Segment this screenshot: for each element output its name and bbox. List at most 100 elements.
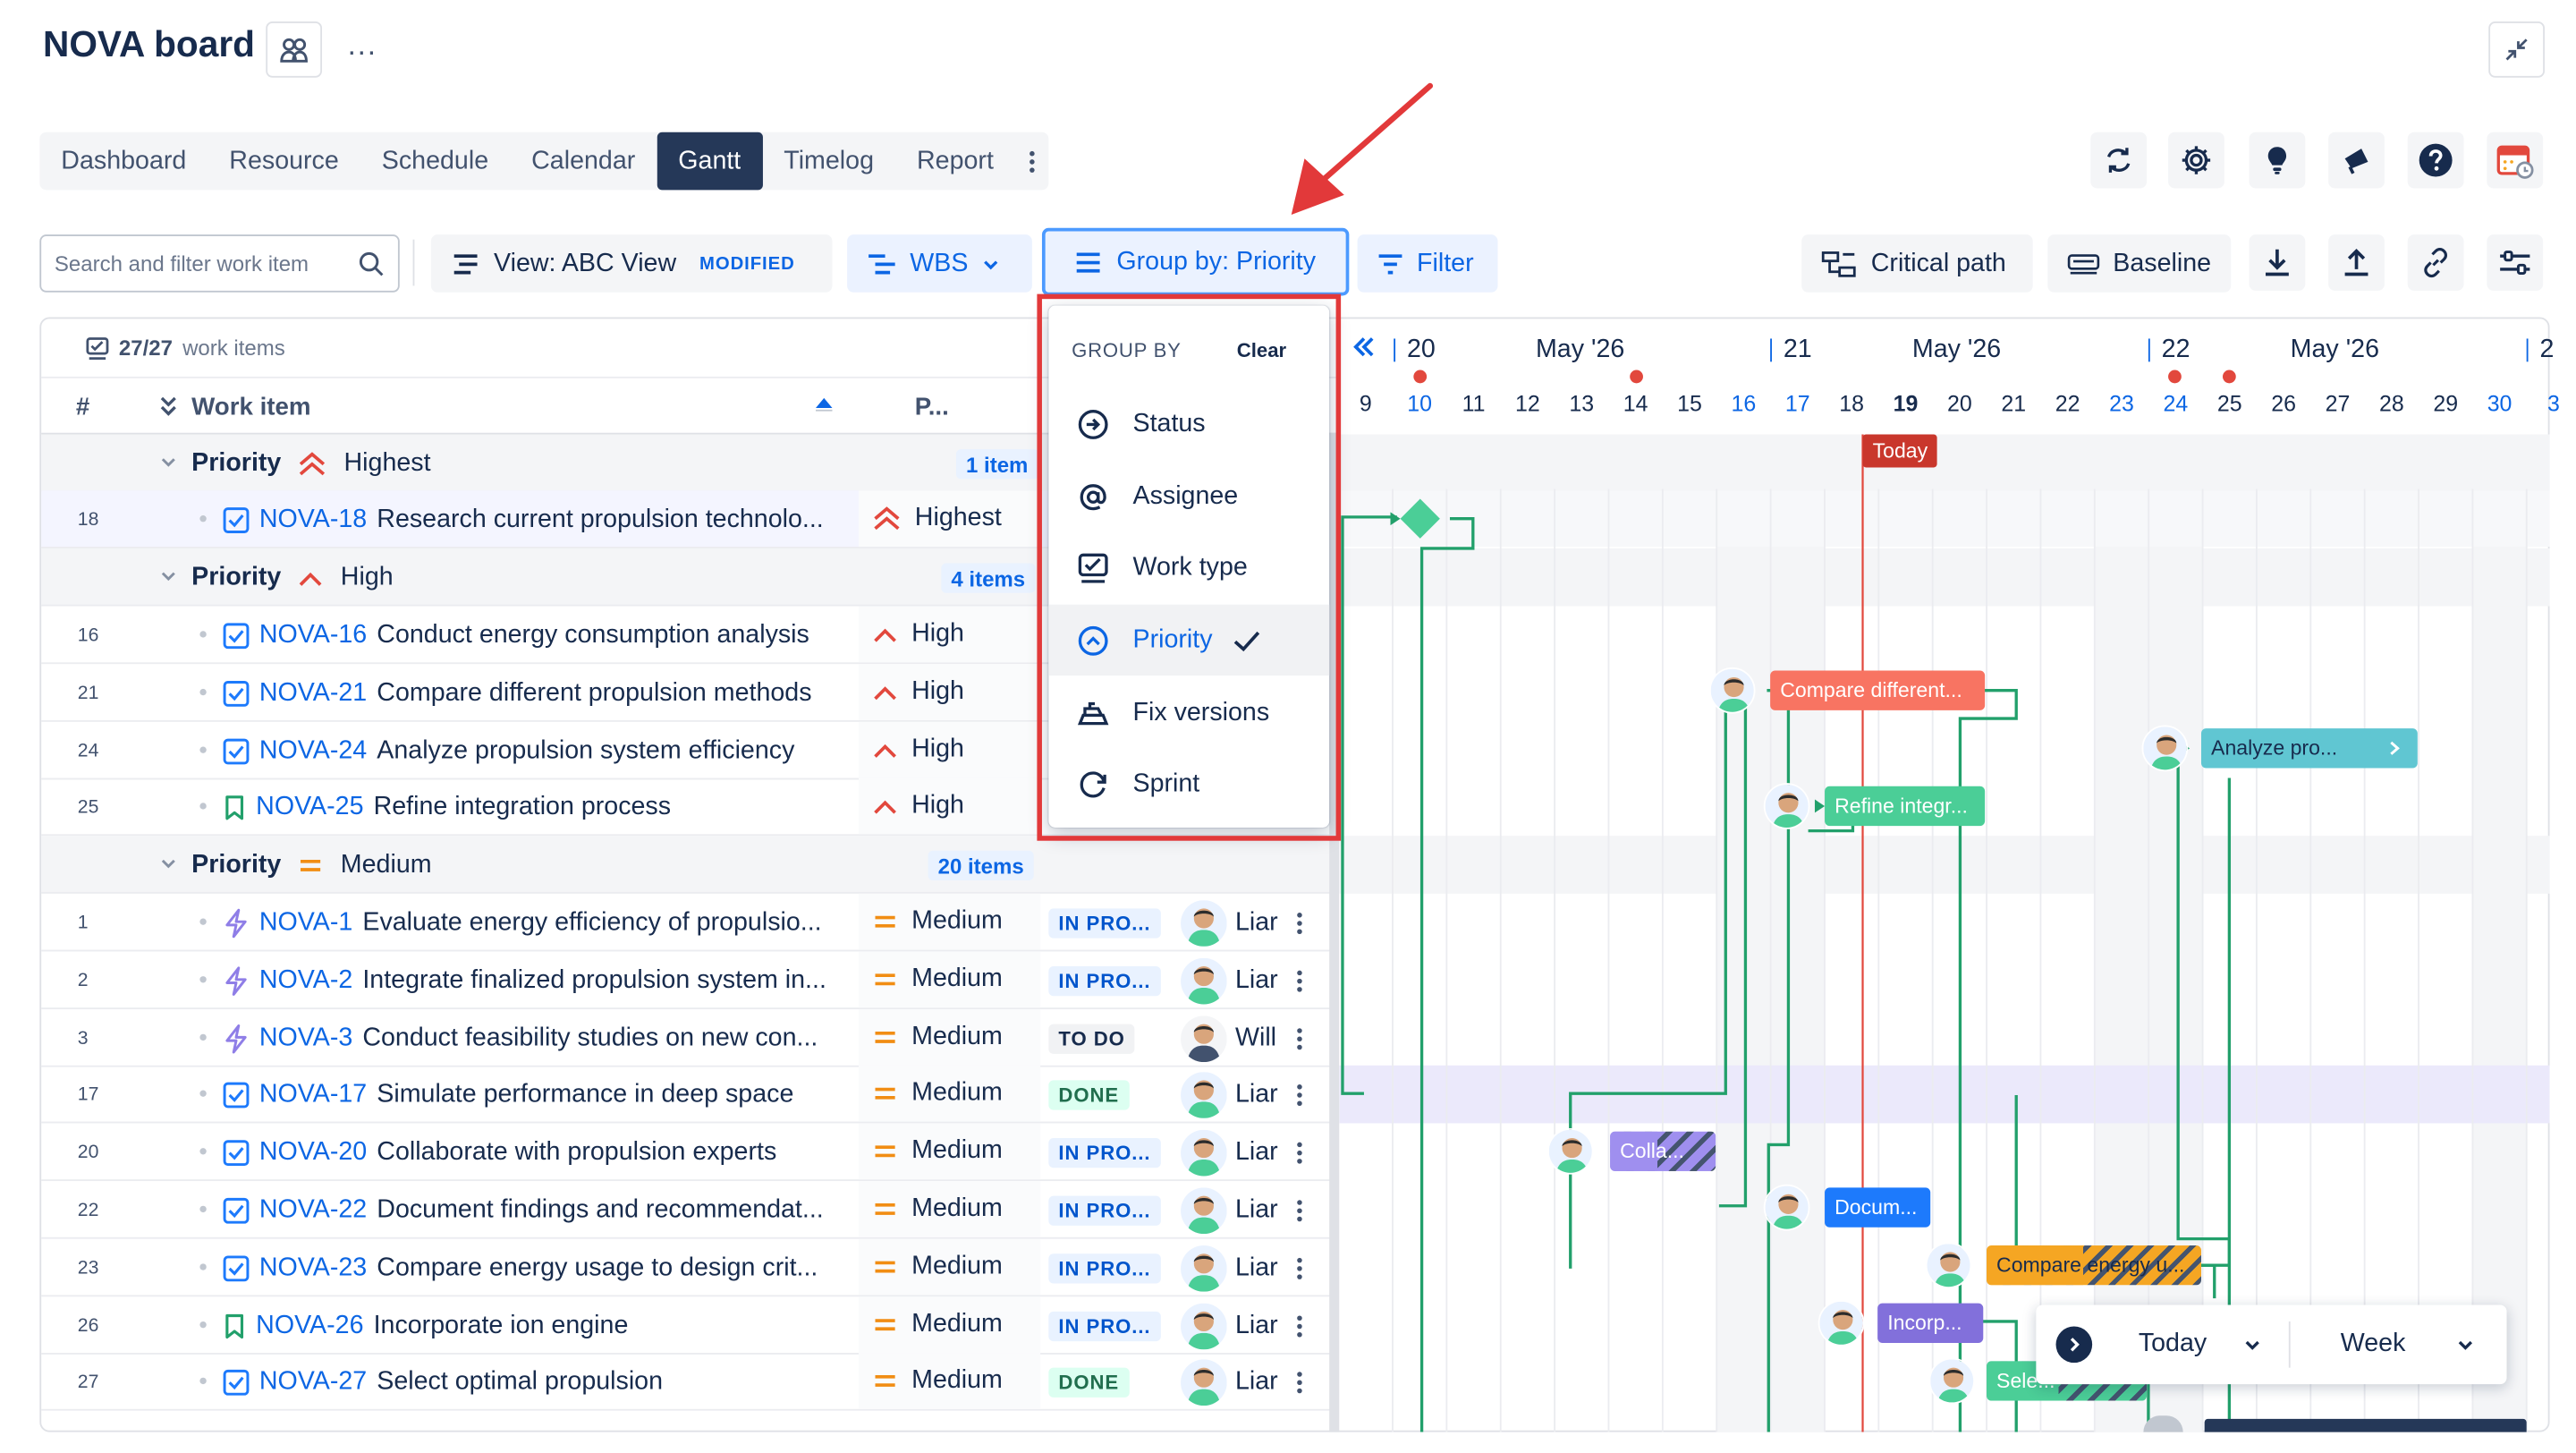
group-row[interactable]: Priority Medium 20 items [41, 836, 1338, 894]
work-item-key[interactable]: NOVA-18 [259, 505, 367, 534]
work-item-title[interactable]: Document findings and recommendat... [377, 1195, 823, 1225]
announcements-button[interactable] [2328, 132, 2385, 189]
gantt-bar[interactable]: Docum... [1825, 1187, 1931, 1228]
more-options-button[interactable]: ··· [340, 30, 383, 72]
priority-cell[interactable]: High [859, 721, 1041, 778]
work-item-cell[interactable]: NOVA-2 Integrate finalized propulsion sy… [223, 951, 826, 1009]
priority-cell[interactable]: High [859, 606, 1041, 663]
work-item-title[interactable]: Collaborate with propulsion experts [377, 1137, 776, 1167]
work-item-title[interactable]: Evaluate energy efficiency of propulsio.… [362, 907, 821, 937]
assignee-cell[interactable]: Liar [1181, 1303, 1283, 1350]
display-settings-button[interactable] [2487, 234, 2544, 291]
scale-dropdown[interactable]: Week [2341, 1330, 2475, 1359]
status-badge[interactable]: IN PRO... [1048, 1138, 1161, 1168]
row-actions-button[interactable] [1296, 1123, 1302, 1181]
critical-path-button[interactable]: Critical path [1801, 234, 2033, 293]
wbs-button[interactable]: WBS [847, 234, 1032, 293]
work-item-title[interactable]: Integrate finalized propulsion system in… [362, 965, 826, 995]
work-item-cell[interactable]: NOVA-17 Simulate performance in deep spa… [223, 1066, 793, 1124]
gantt-bar[interactable] [2204, 1418, 2527, 1432]
priority-cell[interactable]: Medium [859, 1238, 1041, 1296]
table-row[interactable]: 2 NOVA-2 Integrate finalized propulsion … [41, 951, 1338, 1010]
col-priority-header[interactable]: P... [915, 393, 949, 421]
gantt-bar[interactable]: Colla... [1610, 1131, 1716, 1171]
sync-button[interactable] [2090, 132, 2148, 189]
work-item-title[interactable]: Refine integration process [374, 792, 671, 821]
assignee-cell[interactable]: Liar [1181, 957, 1283, 1005]
status-badge[interactable]: DONE [1048, 1367, 1130, 1398]
work-item-cell[interactable]: NOVA-24 Analyze propulsion system effici… [223, 722, 794, 780]
work-item-cell[interactable]: NOVA-21 Compare different propulsion met… [223, 664, 812, 722]
assignee-cell[interactable]: Liar [1181, 1187, 1283, 1235]
scroll-left-button[interactable] [1351, 334, 1377, 361]
help-button[interactable] [2407, 132, 2464, 189]
status-badge[interactable]: IN PRO... [1048, 1253, 1161, 1284]
work-item-cell[interactable]: NOVA-18 Research current propulsion tech… [223, 490, 824, 548]
status-badge[interactable]: IN PRO... [1048, 1311, 1161, 1342]
work-item-title[interactable]: Research current propulsion technolo... [377, 505, 823, 534]
work-item-title[interactable]: Compare energy usage to design crit... [377, 1253, 818, 1282]
collapse-group-button[interactable] [160, 855, 176, 871]
tab-report[interactable]: Report [895, 132, 1015, 191]
work-item-cell[interactable]: NOVA-1 Evaluate energy efficiency of pro… [223, 894, 822, 952]
work-item-key[interactable]: NOVA-1 [259, 907, 352, 937]
assignee-cell[interactable]: Will [1181, 1015, 1283, 1063]
download-button[interactable] [2249, 234, 2306, 291]
priority-cell[interactable]: Medium [859, 1123, 1041, 1180]
priority-cell[interactable]: Highest [859, 490, 1041, 548]
work-item-key[interactable]: NOVA-23 [259, 1253, 367, 1282]
tab-schedule[interactable]: Schedule [360, 132, 510, 191]
row-actions-button[interactable] [1296, 1066, 1302, 1124]
priority-cell[interactable]: High [859, 664, 1041, 720]
settings-button[interactable] [2168, 132, 2224, 189]
work-item-key[interactable]: NOVA-26 [256, 1311, 363, 1340]
work-item-key[interactable]: NOVA-21 [259, 678, 367, 708]
gantt-bar[interactable]: Incorp... [1877, 1303, 1984, 1343]
gantt-bar[interactable]: Compare energy u... [1987, 1245, 2201, 1286]
sort-ascending-icon[interactable] [814, 395, 834, 412]
status-badge[interactable]: IN PRO... [1048, 1195, 1161, 1226]
table-row[interactable]: 1 NOVA-1 Evaluate energy efficiency of p… [41, 893, 1338, 952]
row-actions-button[interactable] [1296, 1009, 1302, 1067]
work-item-cell[interactable]: NOVA-25 Refine integration process [223, 778, 671, 837]
today-dropdown[interactable]: Today [2139, 1330, 2263, 1359]
work-item-key[interactable]: NOVA-17 [259, 1079, 367, 1109]
search-input[interactable]: Search and filter work item [39, 234, 400, 293]
work-item-cell[interactable]: NOVA-27 Select optimal propulsion [223, 1353, 663, 1411]
work-item-cell[interactable]: NOVA-22 Document findings and recommenda… [223, 1181, 824, 1239]
work-item-key[interactable]: NOVA-27 [259, 1367, 367, 1397]
priority-cell[interactable]: High [859, 777, 1041, 835]
tab-gantt[interactable]: Gantt [657, 132, 763, 191]
work-item-title[interactable]: Simulate performance in deep space [377, 1079, 793, 1109]
status-badge[interactable]: DONE [1048, 1080, 1130, 1110]
work-item-title[interactable]: Incorporate ion engine [374, 1311, 629, 1340]
row-actions-button[interactable] [1296, 894, 1302, 952]
collapse-group-button[interactable] [160, 568, 176, 584]
scroll-to-today-button[interactable] [2055, 1326, 2093, 1364]
priority-cell[interactable]: Medium [859, 1009, 1041, 1066]
work-item-cell[interactable]: NOVA-3 Conduct feasibility studies on ne… [223, 1009, 818, 1067]
table-row[interactable]: 17 NOVA-17 Simulate performance in deep … [41, 1065, 1338, 1124]
work-item-key[interactable]: NOVA-2 [259, 965, 352, 995]
assignee-cell[interactable]: Liar [1181, 1359, 1283, 1406]
work-item-title[interactable]: Analyze propulsion system efficiency [377, 735, 794, 765]
status-badge[interactable]: IN PRO... [1048, 908, 1161, 939]
table-row[interactable]: 20 NOVA-20 Collaborate with propulsion e… [41, 1123, 1338, 1182]
copy-link-button[interactable] [2407, 234, 2464, 291]
work-item-title[interactable]: Conduct feasibility studies on new con..… [362, 1024, 818, 1053]
team-button[interactable] [266, 21, 323, 78]
priority-cell[interactable]: Medium [859, 893, 1041, 950]
priority-cell[interactable]: Medium [859, 1181, 1041, 1237]
work-item-cell[interactable]: NOVA-26 Incorporate ion engine [223, 1296, 628, 1355]
tab-dashboard[interactable]: Dashboard [39, 132, 208, 191]
col-work-item-header[interactable]: Work item [191, 393, 310, 421]
view-selector-button[interactable]: View: ABC View MODIFIED [430, 234, 833, 293]
work-item-title[interactable]: Compare different propulsion methods [377, 678, 811, 708]
calendar-app-button[interactable] [2487, 132, 2544, 189]
priority-cell[interactable]: Medium [859, 1065, 1041, 1122]
work-item-title[interactable]: Conduct energy consumption analysis [377, 620, 809, 650]
group-by-button[interactable]: Group by: Priority [1041, 227, 1350, 296]
gantt-bar[interactable]: Refine integr... [1825, 786, 1986, 827]
priority-cell[interactable]: Medium [859, 951, 1041, 1008]
table-row[interactable]: 27 NOVA-27 Select optimal propulsion Med… [41, 1353, 1338, 1411]
